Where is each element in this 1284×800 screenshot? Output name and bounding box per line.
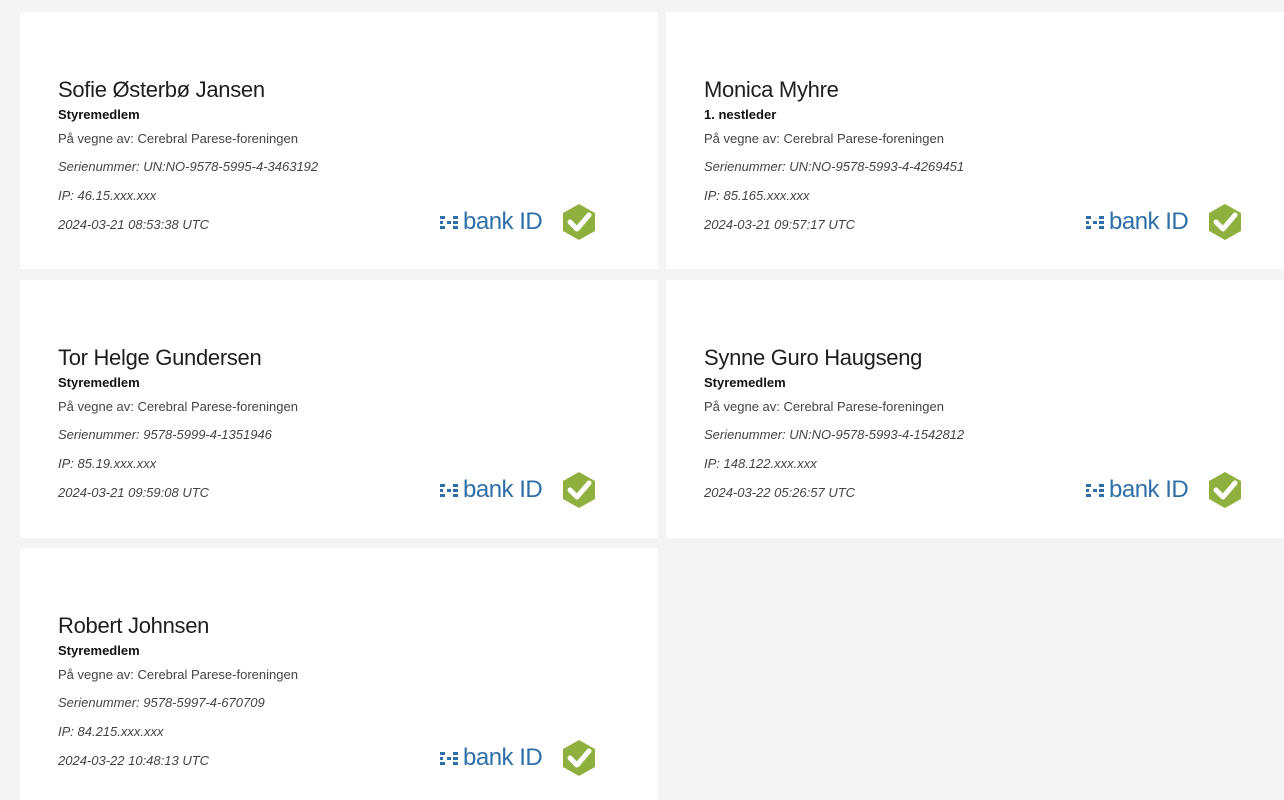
bankid-logo: bank ID	[440, 208, 543, 236]
signer-on-behalf: På vegne av: Cerebral Parese-foreningen	[58, 399, 298, 414]
signature-grid: Sofie Østerbø Jansen Styremedlem På vegn…	[0, 0, 1284, 800]
check-shield-icon	[1209, 204, 1242, 240]
bankid-logo: bank ID	[1086, 208, 1189, 236]
signer-card: Tor Helge Gundersen Styremedlem På vegne…	[20, 280, 658, 538]
check-shield-icon	[1209, 472, 1242, 508]
bankid-logo-icon	[440, 216, 458, 229]
bankid-badge: bank ID	[1086, 202, 1244, 242]
bankid-logo-icon	[1086, 216, 1104, 229]
check-shield-icon	[563, 204, 596, 240]
bankid-logo: bank ID	[440, 744, 543, 772]
bankid-label: bank ID	[463, 744, 543, 771]
signer-role: Styremedlem	[58, 107, 140, 122]
signer-name: Tor Helge Gundersen	[58, 345, 262, 370]
signer-on-behalf: På vegne av: Cerebral Parese-foreningen	[704, 131, 944, 146]
check-shield-icon	[563, 472, 596, 508]
signer-name: Monica Myhre	[704, 77, 839, 102]
check-shield-icon	[563, 740, 596, 776]
signer-serial: Serienummer: 9578-5997-4-670709	[58, 695, 265, 710]
signer-name: Robert Johnsen	[58, 613, 210, 638]
signer-serial: Serienummer: UN:NO-9578-5993-4-4269451	[704, 159, 965, 174]
signer-name: Sofie Østerbø Jansen	[58, 77, 265, 102]
bankid-logo-icon	[1086, 484, 1104, 497]
signer-on-behalf: På vegne av: Cerebral Parese-foreningen	[704, 399, 944, 414]
bankid-badge: bank ID	[440, 470, 598, 510]
signer-card: Robert Johnsen Styremedlem På vegne av: …	[20, 548, 658, 800]
bankid-badge: bank ID	[440, 738, 598, 778]
signer-role: Styremedlem	[704, 375, 786, 390]
bankid-logo-icon	[440, 484, 458, 497]
bankid-label: bank ID	[463, 208, 543, 235]
signer-card: Synne Guro Haugseng Styremedlem På vegne…	[666, 280, 1284, 538]
signer-card: Sofie Østerbø Jansen Styremedlem På vegn…	[20, 12, 658, 269]
signer-serial: Serienummer: 9578-5999-4-1351946	[58, 427, 272, 442]
bankid-label: bank ID	[1109, 476, 1189, 503]
bankid-badge: bank ID	[440, 202, 598, 242]
signer-role: Styremedlem	[58, 643, 140, 658]
signer-card: Monica Myhre 1. nestleder På vegne av: C…	[666, 12, 1284, 269]
signer-on-behalf: På vegne av: Cerebral Parese-foreningen	[58, 667, 298, 682]
bankid-logo: bank ID	[440, 476, 543, 504]
signer-serial: Serienummer: UN:NO-9578-5993-4-1542812	[704, 427, 965, 442]
signer-role: Styremedlem	[58, 375, 140, 390]
bankid-logo-icon	[440, 752, 458, 765]
bankid-logo: bank ID	[1086, 476, 1189, 504]
signer-role: 1. nestleder	[704, 107, 777, 122]
bankid-label: bank ID	[463, 476, 543, 503]
bankid-label: bank ID	[1109, 208, 1189, 235]
bankid-badge: bank ID	[1086, 470, 1244, 510]
signer-serial: Serienummer: UN:NO-9578-5995-4-3463192	[58, 159, 319, 174]
signer-on-behalf: På vegne av: Cerebral Parese-foreningen	[58, 131, 298, 146]
signer-name: Synne Guro Haugseng	[704, 345, 923, 370]
